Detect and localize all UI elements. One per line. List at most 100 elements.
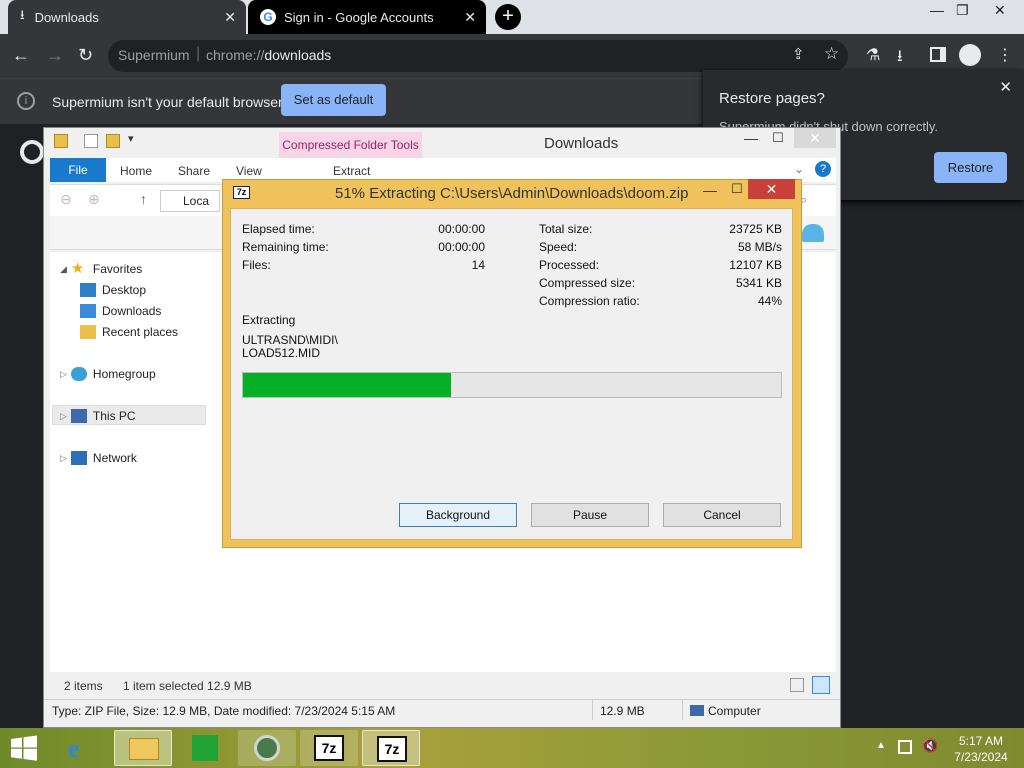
files-label: Files: [242, 258, 271, 272]
status-label: Extracting [242, 313, 296, 327]
nav-recent-places[interactable]: Recent places [80, 325, 178, 339]
nav-downloads[interactable]: Downloads [80, 304, 161, 318]
taskbar-clock[interactable]: 5:17 AM 7/23/2024 [948, 733, 1014, 765]
omnibox[interactable]: Supermium | chrome://downloads ⇪ ☆ [108, 40, 848, 72]
share-icon[interactable]: ⇪ [792, 45, 805, 63]
help-icon[interactable]: ? [815, 161, 831, 177]
nav-desktop[interactable]: Desktop [80, 283, 146, 297]
elapsed-time-value: 00:00:00 [438, 222, 485, 236]
expand-arrow-icon[interactable]: ◢ [60, 264, 67, 275]
ribbon-tab-file[interactable]: File [50, 158, 106, 182]
remaining-time-label: Remaining time: [242, 240, 329, 254]
shell-icon [802, 224, 824, 242]
profile-avatar-icon[interactable] [959, 44, 981, 66]
tab-google-signin[interactable]: G Sign in - Google Accounts ✕ [248, 0, 486, 34]
compressed-folder-tools-tab[interactable]: Compressed Folder Tools [279, 132, 422, 158]
progress-fill [243, 373, 451, 397]
file-size: 12.9 MB [600, 704, 645, 718]
back-icon[interactable]: ⊖ [60, 191, 72, 208]
divider [682, 700, 683, 720]
minimize-icon[interactable]: — [930, 2, 944, 18]
large-icons-view-icon[interactable] [812, 676, 830, 694]
volume-muted-icon[interactable]: 🔇 [922, 738, 938, 754]
close-tab-icon[interactable]: ✕ [224, 9, 236, 26]
taskbar-7zip-progress[interactable]: 7z [362, 730, 420, 766]
close-icon[interactable]: ✕ [794, 128, 836, 148]
ribbon-tab-view[interactable]: View [236, 164, 262, 178]
bookmark-star-icon[interactable]: ☆ [824, 44, 839, 64]
file-location: Computer [708, 704, 761, 718]
side-panel-icon[interactable] [930, 47, 946, 62]
taskbar-ie[interactable]: e [52, 730, 110, 766]
compressed-size-value: 5341 KB [735, 276, 782, 290]
download-icon: ⭳ [20, 7, 25, 22]
set-as-default-button[interactable]: Set as default [281, 84, 386, 116]
expand-arrow-icon[interactable]: ▷ [60, 453, 67, 464]
background-button[interactable]: Background [399, 503, 517, 527]
total-size-label: Total size: [539, 222, 593, 236]
tab-downloads[interactable]: ⭳ Downloads ✕ [8, 0, 246, 34]
taskbar-supermium[interactable] [238, 730, 296, 766]
ribbon-tab-home[interactable]: Home [120, 164, 152, 178]
taskbar-7zip[interactable]: 7z [300, 730, 358, 766]
reload-icon[interactable]: ↻ [78, 45, 93, 66]
labs-flask-icon[interactable]: ⚗ [866, 45, 880, 65]
compression-ratio-value: 44% [757, 294, 782, 308]
maximize-icon[interactable]: ☐ [731, 181, 743, 197]
minimize-icon[interactable]: — [744, 130, 758, 146]
up-icon[interactable]: ↑ [140, 191, 147, 207]
restore-button[interactable]: Restore [934, 152, 1007, 183]
properties-icon[interactable] [84, 134, 98, 148]
7zip-icon: 7z [377, 736, 407, 762]
pause-button[interactable]: Pause [531, 503, 649, 527]
close-icon[interactable]: ✕ [999, 78, 1012, 96]
close-icon[interactable]: ✕ [748, 179, 795, 199]
elapsed-time-label: Elapsed time: [242, 222, 315, 236]
maximize-icon[interactable]: ☐ [772, 130, 784, 146]
details-view-icon[interactable] [790, 678, 804, 692]
computer-icon [690, 705, 704, 716]
close-tab-icon[interactable]: ✕ [464, 9, 476, 26]
taskbar-store[interactable] [176, 730, 234, 766]
close-window-icon[interactable]: ✕ [994, 2, 1006, 19]
new-tab-button[interactable]: + [495, 4, 521, 30]
expand-arrow-icon[interactable]: ▷ [60, 369, 67, 380]
processed-label: Processed: [539, 258, 600, 272]
nav-network[interactable]: ▷ Network [60, 451, 137, 465]
downloads-icon[interactable]: ⭳ [897, 45, 903, 72]
network-status-icon[interactable] [898, 740, 912, 754]
forward-icon[interactable]: ⊕ [88, 191, 100, 208]
details-bar: Type: ZIP File, Size: 12.9 MB, Date modi… [44, 699, 840, 721]
item-count: 2 items [64, 679, 103, 693]
windows-start-icon[interactable] [10, 735, 38, 761]
quick-access-dropdown-icon[interactable]: ▾ [128, 132, 134, 145]
restore-window-icon[interactable]: ❐ [956, 2, 969, 19]
address-field[interactable]: Loca [160, 190, 220, 212]
minimize-icon[interactable]: — [703, 182, 717, 198]
back-icon[interactable]: ← [12, 45, 30, 66]
processed-value: 12107 KB [729, 258, 782, 272]
forward-icon[interactable]: → [46, 45, 64, 66]
network-icon [70, 451, 87, 465]
cancel-button[interactable]: Cancel [663, 503, 781, 527]
nav-homegroup[interactable]: ▷ Homegroup [60, 367, 156, 381]
desktop-icon [80, 283, 96, 297]
taskbar-file-explorer[interactable] [114, 730, 172, 766]
ribbon-tab-extract[interactable]: Extract [333, 164, 370, 178]
menu-kebab-icon[interactable]: ⋮ [997, 45, 1013, 65]
tab-label: Sign in - Google Accounts [284, 9, 434, 25]
expand-arrow-icon[interactable]: ▷ [60, 411, 67, 422]
file-explorer-icon [129, 738, 159, 760]
nav-this-pc[interactable]: ▷ This PC [60, 409, 136, 423]
compressed-size-label: Compressed size: [539, 276, 636, 290]
show-hidden-icons-icon[interactable]: ▲ [876, 740, 886, 751]
supermium-icon [254, 735, 280, 761]
recent-places-icon [80, 325, 96, 339]
new-folder-icon[interactable] [106, 134, 120, 148]
extract-progress-bar [242, 372, 782, 398]
omnibox-host: Supermium [118, 47, 190, 63]
ribbon-expand-icon[interactable]: ⌄ [794, 162, 804, 176]
ribbon-tab-share[interactable]: Share [178, 164, 210, 178]
remaining-time-value: 00:00:00 [438, 240, 485, 254]
nav-favorites[interactable]: ◢ ★ Favorites [60, 261, 142, 276]
